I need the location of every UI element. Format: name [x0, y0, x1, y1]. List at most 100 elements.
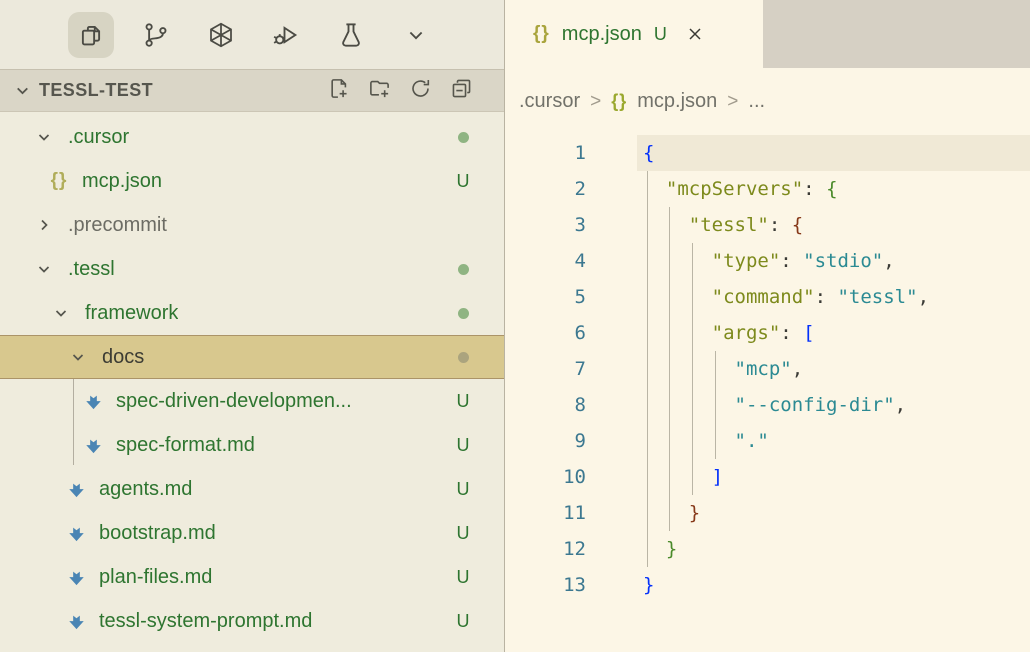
tree-item-precommit[interactable]: .precommit	[0, 203, 504, 247]
line-number[interactable]: 8	[506, 387, 586, 423]
activity-more-views-button[interactable]	[393, 12, 439, 58]
new-file-button[interactable]	[325, 78, 351, 104]
chevron-down-icon[interactable]	[70, 349, 92, 365]
explorer-collapse-chevron-icon[interactable]	[14, 82, 31, 99]
tab-close-icon[interactable]	[682, 21, 708, 47]
explorer-actions	[325, 78, 474, 104]
tree-item-label: mcp.json	[82, 170, 162, 193]
code-line-content[interactable]: "."	[643, 423, 769, 459]
refresh-explorer-button[interactable]	[407, 78, 433, 104]
tree-item-bootstrap-md[interactable]: bootstrap.mdU	[0, 511, 504, 555]
testing-icon	[336, 20, 366, 50]
code-line-2: 2 "mcpServers": {	[506, 171, 1030, 207]
breadcrumb-segment[interactable]: .cursor	[519, 90, 580, 113]
code-token: }	[643, 574, 654, 596]
code-line-content[interactable]: "command": "tessl",	[643, 279, 929, 315]
code-line-4: 4 "type": "stdio",	[506, 243, 1030, 279]
file-tree: .cursor {} mcp.json U .precommit .tessl framew…	[0, 112, 504, 643]
code-token: }	[689, 502, 700, 524]
activity-source-control-button[interactable]	[133, 12, 179, 58]
breadcrumb-segment[interactable]: mcp.json	[637, 90, 717, 113]
tree-item-tessl-system-prompt-md[interactable]: tessl-system-prompt.md U	[0, 599, 504, 643]
tree-item-agents-md[interactable]: agents.mdU	[0, 467, 504, 511]
json-file-icon: {}	[48, 170, 70, 192]
breadcrumb-separator-icon: >	[727, 91, 738, 113]
line-number[interactable]: 9	[506, 423, 586, 459]
code-line-content[interactable]: "mcpServers": {	[643, 171, 838, 207]
tree-item-docs[interactable]: docs	[0, 335, 504, 379]
tree-item-label: agents.md	[99, 478, 192, 501]
code-token: [	[803, 322, 814, 344]
code-line-content[interactable]: "mcp",	[643, 351, 803, 387]
tree-item-tessl[interactable]: .tessl	[0, 247, 504, 291]
activity-testing-button[interactable]	[328, 12, 374, 58]
line-number[interactable]: 11	[506, 495, 586, 531]
line-number[interactable]: 4	[506, 243, 586, 279]
code-line-content[interactable]: "type": "stdio",	[643, 243, 895, 279]
tree-item-label: .tessl	[68, 258, 115, 281]
line-number[interactable]: 5	[506, 279, 586, 315]
code-line-content[interactable]: "args": [	[643, 315, 815, 351]
tree-item-cursor[interactable]: .cursor	[0, 115, 504, 159]
code-line-1: 1{	[506, 135, 1030, 171]
tree-item-plan-files-md[interactable]: plan-files.mdU	[0, 555, 504, 599]
tree-item-label: .precommit	[68, 214, 167, 237]
code-token: {	[826, 178, 837, 200]
line-number[interactable]: 1	[506, 135, 586, 171]
code-line-content[interactable]: ]	[643, 459, 723, 495]
tab-mcp-json[interactable]: {} mcp.json U	[506, 0, 763, 68]
json-file-icon: {}	[611, 91, 627, 112]
code-line-content[interactable]: {	[643, 135, 654, 171]
code-token	[643, 502, 689, 524]
collapse-folders-button[interactable]	[448, 78, 474, 104]
line-number[interactable]: 2	[506, 171, 586, 207]
code-token: }	[666, 538, 677, 560]
git-modified-dot-badge	[452, 308, 474, 319]
code-token: "type"	[712, 250, 781, 272]
line-number[interactable]: 10	[506, 459, 586, 495]
chevron-down-icon[interactable]	[53, 305, 75, 321]
code-token: :	[769, 214, 792, 236]
line-number[interactable]: 3	[506, 207, 586, 243]
code-token: ,	[895, 394, 906, 416]
line-number[interactable]: 7	[506, 351, 586, 387]
activity-explorer-button[interactable]	[68, 12, 114, 58]
breadcrumb-segment[interactable]: ...	[748, 90, 765, 113]
code-token	[643, 466, 712, 488]
chevron-right-icon[interactable]	[36, 217, 58, 233]
code-line-content[interactable]: }	[643, 531, 677, 567]
tree-item-framework[interactable]: framework	[0, 291, 504, 335]
chevron-down-icon[interactable]	[36, 129, 58, 145]
chevron-down-icon[interactable]	[36, 261, 58, 277]
tree-item-spec-driven-developmen[interactable]: spec-driven-developmen...U	[0, 379, 504, 423]
tree-item-label: tessl-system-prompt.md	[99, 610, 312, 633]
code-line-8: 8 "--config-dir",	[506, 387, 1030, 423]
breadcrumb-separator-icon: >	[590, 91, 601, 113]
git-modified-dot-badge	[452, 264, 474, 275]
code-line-content[interactable]: }	[643, 567, 654, 603]
git-modified-dot-badge	[452, 132, 474, 143]
git-untracked-badge: U	[452, 611, 474, 632]
new-folder-button[interactable]	[366, 78, 392, 104]
tree-item-mcp-json[interactable]: {}mcp.jsonU	[0, 159, 504, 203]
line-number[interactable]: 6	[506, 315, 586, 351]
git-untracked-badge: U	[452, 523, 474, 544]
explorer-title: TESSL-TEST	[39, 80, 153, 101]
code-line-content[interactable]: "tessl": {	[643, 207, 803, 243]
code-token: "."	[735, 430, 769, 452]
activity-run-debug-button[interactable]	[263, 12, 309, 58]
code-token: :	[815, 286, 838, 308]
code-token	[643, 358, 735, 380]
source-control-icon	[141, 20, 171, 50]
line-number[interactable]: 13	[506, 567, 586, 603]
code-line-content[interactable]: }	[643, 495, 700, 531]
code-token	[643, 322, 712, 344]
code-line-content[interactable]: "--config-dir",	[643, 387, 906, 423]
line-number[interactable]: 12	[506, 531, 586, 567]
explorer-icon	[76, 20, 106, 50]
markdown-file-icon	[65, 480, 87, 499]
tree-item-spec-format-md[interactable]: spec-format.mdU	[0, 423, 504, 467]
tab-title: mcp.json	[562, 23, 642, 46]
markdown-file-icon	[82, 392, 104, 411]
activity-cube-button[interactable]	[198, 12, 244, 58]
